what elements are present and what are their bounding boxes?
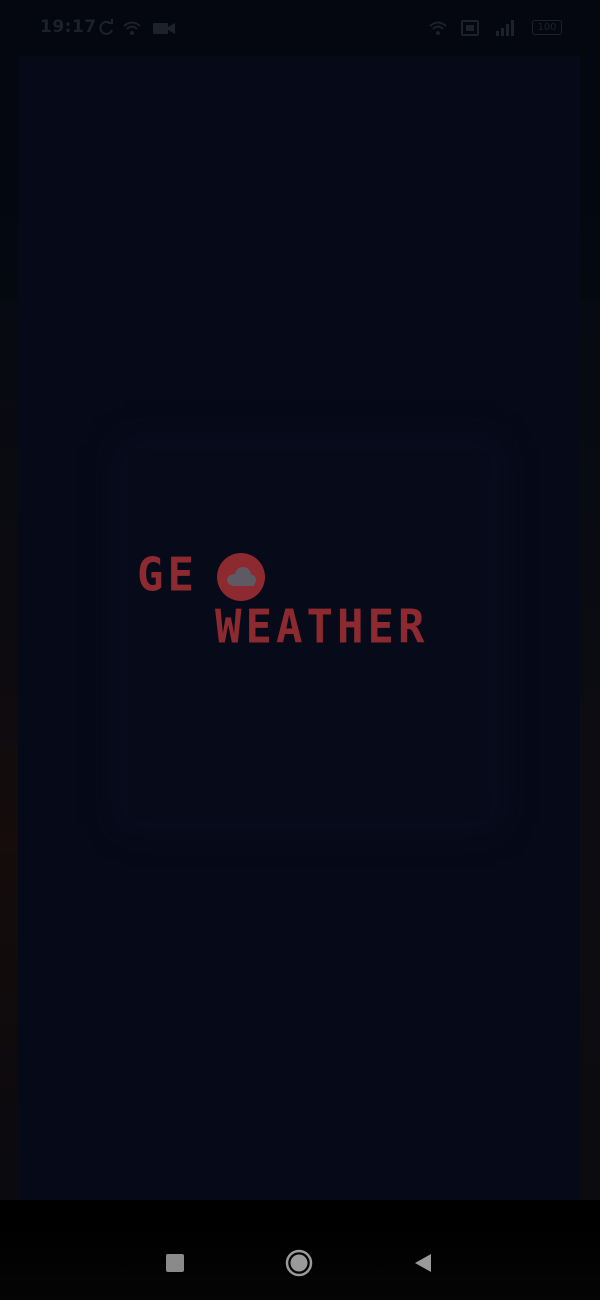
logo-text-geo: GE — [137, 548, 198, 603]
status-time: 19:17 — [40, 17, 97, 37]
cloud-icon — [217, 553, 265, 601]
battery-indicator: 100 — [532, 20, 562, 35]
app-logo: GE WEATHER — [137, 548, 467, 660]
recents-button[interactable] — [160, 1248, 190, 1278]
wifi-icon — [123, 21, 141, 35]
screen: 19:17 100 GE WEATHER — [0, 0, 600, 1300]
sync-icon — [99, 19, 113, 35]
camera-icon — [153, 23, 175, 34]
screen-icon — [461, 20, 479, 36]
cellular-signal-icon — [496, 20, 514, 36]
navigation-bar — [0, 1200, 600, 1300]
square-icon — [166, 1254, 184, 1272]
status-bar: 19:17 100 — [0, 0, 600, 56]
wifi-icon — [429, 21, 447, 35]
home-button[interactable] — [284, 1248, 314, 1278]
logo-text-weather: WEATHER — [215, 600, 429, 655]
wallpaper-edge-right — [580, 300, 600, 1200]
wallpaper-edge-left — [0, 300, 18, 1200]
circle-icon — [285, 1249, 313, 1277]
back-button[interactable] — [408, 1248, 438, 1278]
triangle-back-icon — [415, 1254, 431, 1272]
